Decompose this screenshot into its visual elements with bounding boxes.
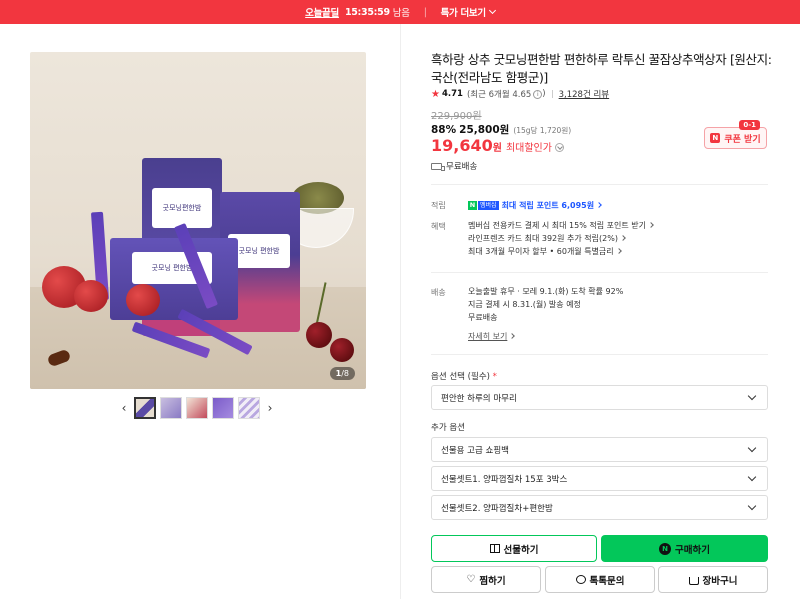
perk-item[interactable]: 최대 3개월 무이자 할부 • 60개월 특별금리	[468, 245, 653, 258]
heart-icon: ♡	[466, 574, 476, 585]
review-count-link[interactable]: 3,128건 리뷰	[559, 88, 610, 100]
naver-n-icon: N	[710, 133, 721, 143]
chevron-right-icon	[615, 248, 622, 254]
section-divider	[431, 272, 768, 273]
delivery-label: 배송	[431, 288, 446, 297]
max-discount-label: 최대할인가	[505, 143, 552, 154]
chevron-right-icon	[488, 6, 496, 15]
perks-label: 혜택	[431, 222, 446, 231]
deal-banner[interactable]: 오늘끝딜 15:35:59 남음 | 특가 더보기	[0, 0, 800, 24]
rating-score: 4.71	[441, 89, 463, 99]
thumbnail-5[interactable]	[238, 397, 260, 419]
chevron-left-icon[interactable]: ‹	[118, 397, 130, 419]
gift-icon	[489, 544, 500, 553]
perks-list: 멤버십 전용카드 결제 시 최대 15% 적립 포인트 받기 라인프렌즈 카드 …	[468, 219, 654, 258]
chevron-down-icon	[747, 501, 757, 511]
final-price-row[interactable]: 19,640 원 최대할인가	[431, 136, 564, 155]
column-divider	[400, 24, 401, 599]
delivery-fee: 무료배송	[468, 313, 498, 322]
naver-n-icon: N	[468, 201, 477, 210]
perk-item[interactable]: 라인프렌즈 카드 최대 392원 추가 적립(2%)	[468, 232, 653, 245]
countdown-timer: 15:35:59	[344, 6, 390, 18]
naver-n-icon: N	[659, 542, 672, 555]
chat-icon	[575, 575, 586, 584]
sale-price-row: 88% 25,800원 (15g당 1,720원)	[431, 122, 571, 137]
max-points: 최대 적립 포인트 6,095원	[501, 201, 595, 210]
original-price: 229,900원	[431, 111, 482, 122]
star-icon: ★	[431, 88, 440, 100]
section-divider	[431, 184, 768, 185]
product-title: 흑하랑 상추 굿모닝편한밤 편한하루 락투신 꿀잠상추액상자 [원산지:국산(전…	[431, 52, 772, 85]
required-option-label: 옵션 선택 (필수) *	[431, 372, 497, 382]
points-row[interactable]: N 멤버십 최대 적립 포인트 6,095원	[468, 198, 602, 212]
extra-option-select-1[interactable]: 선물용 고급 쇼핑백	[431, 437, 768, 462]
thumbnail-2[interactable]	[160, 397, 182, 419]
chevron-down-icon	[747, 391, 757, 401]
image-cherry	[330, 338, 354, 362]
buy-button[interactable]: N 구매하기	[601, 535, 768, 562]
membership-badge: 멤버십	[478, 201, 499, 210]
thumbnail-1[interactable]	[134, 397, 156, 419]
chevron-right-icon	[648, 222, 654, 228]
product-main-image[interactable]: 굿모닝편한밤 굿모닝 편한밤 굿모닝 편한밤 1/8	[30, 52, 366, 389]
info-icon[interactable]: i	[533, 89, 543, 99]
chevron-down-icon	[747, 472, 757, 482]
rating-row: ★ 4.71 (최근 6개월 4.65 i ) 3,128건 리뷰	[431, 88, 610, 101]
sale-price: 25,800원	[459, 124, 510, 136]
extra-option-label: 추가 옵션	[431, 423, 465, 433]
delivery-info: 오늘출발 휴무 · 모레 9.1.(화) 도착 확률 92% 지금 결제 시 8…	[468, 285, 623, 343]
final-price: 19,640	[431, 136, 493, 155]
image-apple	[74, 280, 108, 312]
points-label: 적립	[431, 201, 446, 210]
extra-option-select-3[interactable]: 선물셋트2. 양파껍질차+편한밤	[431, 495, 768, 520]
chevron-right-icon	[620, 235, 626, 241]
extra-option-select-2[interactable]: 선물셋트1. 양파껍질차 15포 3박스	[431, 466, 768, 491]
image-apple	[126, 284, 160, 316]
image-counter: 1/8	[329, 367, 355, 380]
deal-label: 오늘끝딜	[305, 8, 339, 19]
coupon-badge: 0-1	[739, 120, 760, 130]
discount-percent: 88%	[431, 124, 457, 136]
wishlist-button[interactable]: ♡ 찜하기	[431, 566, 541, 593]
section-divider	[431, 354, 768, 355]
delivery-detail-link[interactable]: 자세히 보기	[468, 330, 623, 343]
cart-button[interactable]: 장바구니	[658, 566, 768, 593]
chevron-right-icon	[509, 333, 516, 339]
free-shipping-label: 무료배송	[446, 162, 478, 172]
rating-divider	[551, 90, 553, 98]
chevron-right-icon	[596, 201, 602, 208]
required-option-select[interactable]: 편안한 하루의 마무리	[431, 385, 768, 410]
rating-recent-close: )	[542, 89, 546, 99]
more-deals-link[interactable]: 특가 더보기	[441, 5, 487, 19]
thumbnail-3[interactable]	[186, 397, 208, 419]
coupon-button[interactable]: N 쿠폰 받기 0-1	[704, 120, 767, 149]
box-label: 굿모닝편한밤	[152, 188, 212, 228]
rating-recent: (최근 6개월 4.65	[466, 90, 532, 100]
delivery-eta: 오늘출발 휴무 · 모레 9.1.(화) 도착 확률 92%	[468, 287, 624, 296]
chevron-right-icon[interactable]: ›	[264, 397, 276, 419]
perk-item[interactable]: 멤버십 전용카드 결제 시 최대 15% 적립 포인트 받기	[468, 219, 654, 232]
chevron-down-icon[interactable]	[554, 143, 564, 152]
thumbnail-strip: ‹ ›	[118, 397, 276, 419]
delivery-ship-date: 지금 결제 시 8.31.(월) 발송 예정	[468, 300, 581, 309]
free-shipping: 무료배송	[431, 160, 477, 172]
banner-separator: |	[423, 6, 427, 18]
thumbnail-4[interactable]	[212, 397, 234, 419]
unit-price: (15g당 1,720원)	[513, 126, 572, 135]
image-cherry	[306, 322, 332, 348]
remaining-label: 남음	[392, 8, 410, 19]
cart-icon	[688, 576, 699, 585]
gift-button[interactable]: 선물하기	[431, 535, 597, 562]
coupon-label: 쿠폰 받기	[724, 134, 761, 145]
truck-icon	[431, 162, 445, 171]
final-price-currency: 원	[492, 143, 502, 154]
talk-inquiry-button[interactable]: 톡톡문의	[545, 566, 655, 593]
chevron-down-icon	[747, 443, 757, 453]
